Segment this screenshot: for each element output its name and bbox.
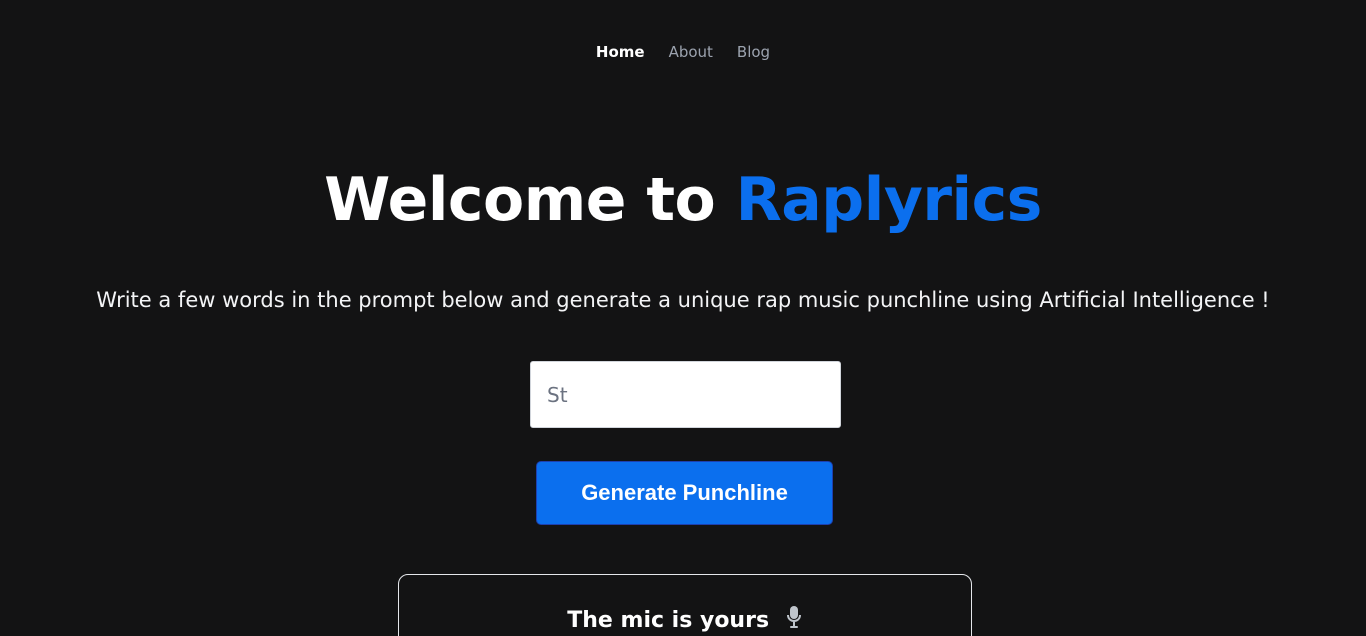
- result-card: The mic is yours: [398, 574, 972, 636]
- nav-item-about[interactable]: About: [669, 42, 713, 62]
- nav-item-blog[interactable]: Blog: [737, 42, 770, 62]
- subtitle: Write a few words in the prompt below an…: [96, 288, 1270, 312]
- page: Home About Blog Welcome to Raplyrics Wri…: [0, 0, 1366, 636]
- result-title: The mic is yours: [567, 608, 770, 633]
- generate-punchline-button[interactable]: Generate Punchline: [536, 461, 833, 525]
- page-title: Welcome to Raplyrics: [0, 160, 1366, 240]
- prompt-input[interactable]: [530, 361, 841, 428]
- top-nav: Home About Blog: [0, 42, 1366, 62]
- nav-item-home[interactable]: Home: [596, 42, 645, 62]
- title-prefix: Welcome to: [324, 165, 716, 236]
- microphone-icon: [785, 605, 803, 636]
- result-title-row: The mic is yours: [399, 605, 971, 636]
- brand-name: Raplyrics: [735, 165, 1043, 236]
